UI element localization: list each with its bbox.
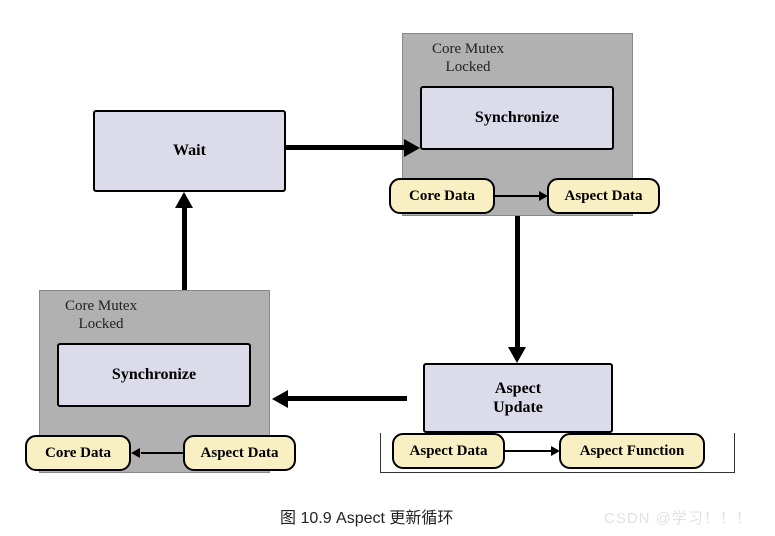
sync-top-label: Synchronize — [475, 108, 559, 127]
sync-top: Synchronize — [420, 86, 614, 150]
arrow-core-to-aspect-top — [495, 195, 539, 197]
aspectdata-right-label: Aspect Data — [410, 443, 488, 460]
aspectdata-right: Aspect Data — [392, 433, 505, 469]
arrow-aspect-to-core-bottom — [141, 452, 183, 454]
arrowhead-update-to-sync — [272, 390, 288, 408]
node-wait: Wait — [93, 110, 286, 192]
watermark: CSDN @学习！！！ — [604, 507, 752, 528]
arrow-sync-to-wait — [182, 208, 187, 290]
mutex-bottom-title: Core Mutex Locked — [65, 297, 137, 333]
coredata-bottom-label: Core Data — [45, 445, 111, 462]
arrow-wait-to-sync — [286, 145, 404, 150]
sync-bottom: Synchronize — [57, 343, 251, 407]
aspect-function-label: Aspect Function — [580, 443, 685, 460]
arrowhead-aspect-to-core-bottom — [131, 448, 140, 458]
arrowhead-top-to-update — [508, 347, 526, 363]
sync-bottom-label: Synchronize — [112, 365, 196, 384]
arrow-data-to-func — [505, 450, 551, 452]
aspectdata-bottom-label: Aspect Data — [201, 445, 279, 462]
aspectdata-top-label: Aspect Data — [565, 188, 643, 205]
coredata-top-label: Core Data — [409, 188, 475, 205]
aspectdata-top: Aspect Data — [547, 178, 660, 214]
mutex-top-title: Core Mutex Locked — [432, 40, 504, 76]
arrowhead-sync-to-wait — [175, 192, 193, 208]
aspect-update: Aspect Update — [423, 363, 613, 433]
coredata-bottom: Core Data — [25, 435, 131, 471]
arrowhead-wait-to-sync — [404, 139, 420, 157]
aspectdata-bottom: Aspect Data — [183, 435, 296, 471]
figure-caption: 图 10.9 Aspect 更新循环 — [280, 504, 453, 528]
aspect-update-label: Aspect Update — [493, 379, 543, 417]
aspect-function: Aspect Function — [559, 433, 705, 469]
arrow-top-to-update — [515, 216, 520, 347]
arrow-update-to-sync — [288, 396, 407, 401]
wait-label: Wait — [173, 141, 206, 160]
coredata-top: Core Data — [389, 178, 495, 214]
